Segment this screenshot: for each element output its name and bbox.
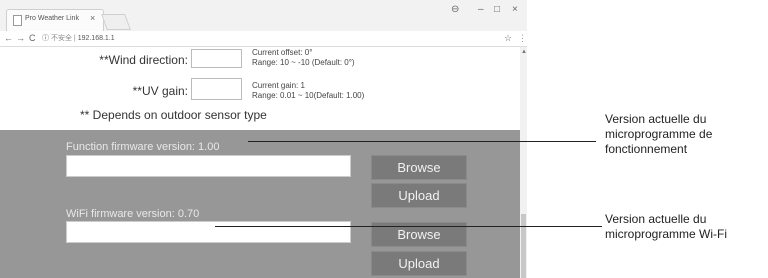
uv-gain-input[interactable]	[191, 78, 242, 100]
security-label: 不安全	[50, 35, 72, 42]
wind-direction-input[interactable]	[191, 49, 242, 68]
uv-gain-label: **UV gain:	[132, 84, 188, 98]
menu-icon[interactable]: ⋮	[518, 33, 527, 44]
sensor-note: ** Depends on outdoor sensor type	[80, 108, 267, 122]
wifi-version-leader-line	[215, 226, 602, 227]
uv-current-gain: Current gain: 1	[252, 81, 305, 90]
uv-range: Range: 0.01 ~ 10(Default: 1.00)	[252, 91, 365, 100]
url-text[interactable]: 192.168.1.1	[78, 35, 115, 42]
scroll-up-icon[interactable]: ▲	[521, 49, 527, 55]
tab-strip: Pro Weather Link × ⊖ – □ ×	[0, 0, 527, 32]
wind-direction-hint: Current offset: 0° Range: 10 ~ -10 (Defa…	[252, 48, 355, 68]
wifi-firmware-version: WiFi firmware version: 0.70	[66, 208, 200, 220]
function-callout-line-1: Version actuelle du	[605, 112, 707, 126]
page-content: **Wind direction: Current offset: 0° Ran…	[0, 47, 520, 278]
account-icon[interactable]: ⊖	[451, 4, 459, 15]
wifi-version-callout: Version actuelle du microprogramme Wi-Fi	[605, 212, 727, 242]
wifi-upload-button[interactable]: Upload	[371, 251, 467, 276]
page-icon	[13, 15, 22, 26]
wifi-callout-line-1: Version actuelle du	[605, 212, 707, 226]
wifi-callout-line-2: microprogramme Wi-Fi	[605, 227, 728, 241]
forward-button[interactable]: →	[16, 33, 25, 43]
function-browse-button[interactable]: Browse	[371, 155, 467, 180]
omnibox[interactable]: ⓘ 不安全 | 192.168.1.1	[42, 33, 115, 43]
function-callout-line-2: microprogramme de	[605, 127, 713, 141]
wind-range: Range: 10 ~ -10 (Default: 0°)	[252, 58, 355, 67]
wind-direction-label: **Wind direction:	[99, 53, 188, 67]
new-tab-button[interactable]	[101, 14, 131, 30]
vertical-scrollbar[interactable]: ▲	[520, 47, 527, 278]
minimize-button[interactable]: –	[478, 4, 484, 15]
function-callout-line-3: fonctionnement	[605, 142, 688, 156]
firmware-panel: Function firmware version: 1.00 Browse U…	[0, 130, 520, 278]
address-separator: |	[73, 35, 76, 42]
wifi-firmware-file-field[interactable]	[66, 221, 351, 243]
scrollbar-thumb[interactable]	[521, 214, 526, 278]
close-tab-icon[interactable]: ×	[90, 13, 95, 23]
function-firmware-version: Function firmware version: 1.00	[66, 141, 220, 153]
function-version-callout: Version actuelle du microprogramme de fo…	[605, 112, 712, 157]
uv-gain-hint: Current gain: 1 Range: 0.01 ~ 10(Default…	[252, 81, 364, 101]
maximize-button[interactable]: □	[494, 4, 500, 15]
function-firmware-file-field[interactable]	[66, 155, 351, 177]
bookmark-star-icon[interactable]: ☆	[504, 33, 512, 44]
browser-tab[interactable]: Pro Weather Link ×	[6, 9, 104, 31]
function-upload-button[interactable]: Upload	[371, 183, 467, 208]
wind-current-offset: Current offset: 0°	[252, 48, 313, 57]
reload-button[interactable]: C	[29, 33, 36, 43]
tab-title: Pro Weather Link	[25, 15, 79, 22]
function-version-leader-line	[248, 141, 596, 142]
address-bar: ← → C ⓘ 不安全 | 192.168.1.1 ☆ ⋮	[0, 31, 527, 47]
browser-window: Pro Weather Link × ⊖ – □ × ← → C ⓘ 不安全 |…	[0, 0, 527, 278]
info-icon[interactable]: ⓘ	[42, 35, 49, 42]
back-button[interactable]: ←	[4, 33, 13, 43]
close-window-button[interactable]: ×	[512, 4, 518, 15]
